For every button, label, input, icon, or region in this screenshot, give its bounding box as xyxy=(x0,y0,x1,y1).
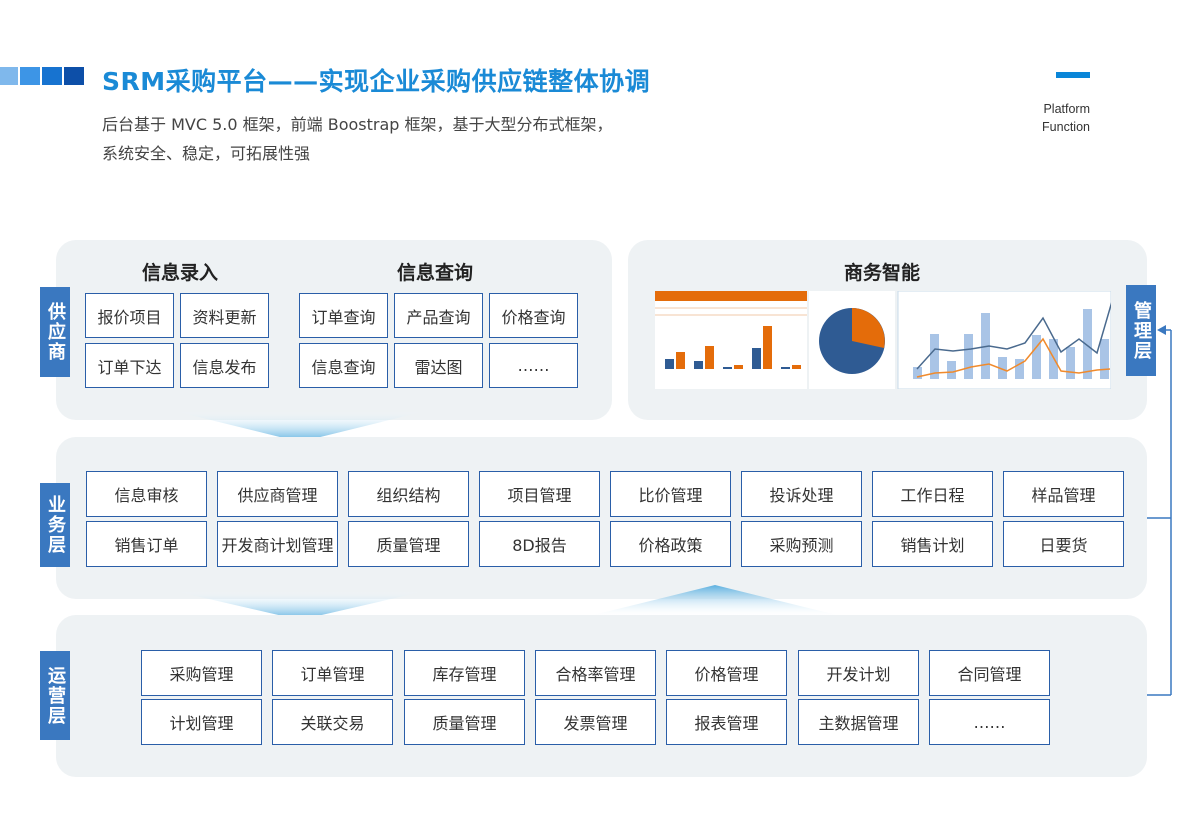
platform-label-line: Function xyxy=(1042,120,1090,134)
bar xyxy=(665,359,674,369)
operations-panel xyxy=(56,615,1147,777)
module-box[interactable]: 比价管理 xyxy=(610,471,731,517)
info-entry-heading: 信息录入 xyxy=(141,262,219,284)
supplier-layer-label: 供应商 xyxy=(40,287,70,377)
subtitle-line: 后台基于 MVC 5.0 框架，前端 Boostrap 框架，基于大型分布式框架… xyxy=(102,115,613,134)
table-header xyxy=(655,291,807,301)
module-box[interactable]: 质量管理 xyxy=(348,521,469,567)
module-box[interactable]: 投诉处理 xyxy=(741,471,862,517)
module-box[interactable]: 产品查询 xyxy=(394,293,483,338)
combo-bar xyxy=(1032,335,1041,379)
module-box[interactable]: 价格政策 xyxy=(610,521,731,567)
header-decoration xyxy=(0,67,18,85)
module-box[interactable]: 信息审核 xyxy=(86,471,207,517)
info-query-heading: 信息查询 xyxy=(396,262,474,284)
arrow-icon xyxy=(1157,325,1166,335)
module-box[interactable]: 合格率管理 xyxy=(535,650,656,696)
platform-function-label: Platform Function xyxy=(1042,100,1090,136)
module-box[interactable]: 样品管理 xyxy=(1003,471,1124,517)
module-box[interactable]: 合同管理 xyxy=(929,650,1050,696)
flow-triangle-up xyxy=(585,585,845,617)
module-box[interactable]: 销售计划 xyxy=(872,521,993,567)
combo-bar xyxy=(947,361,956,379)
bar xyxy=(792,365,801,369)
business-layer-label: 业务层 xyxy=(40,483,70,567)
combo-bar xyxy=(964,334,973,379)
header-decoration xyxy=(20,67,40,85)
module-box[interactable]: 报价项目 xyxy=(85,293,174,338)
bar xyxy=(694,361,703,369)
management-layer-label: 管理层 xyxy=(1126,285,1156,376)
module-box[interactable]: 信息查询 xyxy=(299,343,388,388)
module-box[interactable]: …… xyxy=(489,343,578,388)
module-box[interactable]: 组织结构 xyxy=(348,471,469,517)
table-chart-panel xyxy=(655,291,807,389)
module-box[interactable]: 资料更新 xyxy=(180,293,269,338)
module-box[interactable]: 价格查询 xyxy=(489,293,578,338)
module-box[interactable]: 采购管理 xyxy=(141,650,262,696)
bi-dashboard-image xyxy=(655,291,1111,389)
module-box[interactable]: 报表管理 xyxy=(666,699,787,745)
module-box[interactable]: 订单下达 xyxy=(85,343,174,388)
business-panel xyxy=(56,437,1147,599)
module-box[interactable]: 信息发布 xyxy=(180,343,269,388)
module-box[interactable]: 订单查询 xyxy=(299,293,388,338)
module-box[interactable]: 计划管理 xyxy=(141,699,262,745)
module-box[interactable]: 工作日程 xyxy=(872,471,993,517)
module-box[interactable]: 销售订单 xyxy=(86,521,207,567)
bar xyxy=(763,326,772,369)
bar xyxy=(734,365,743,369)
bar xyxy=(705,346,714,369)
module-box[interactable]: 雷达图 xyxy=(394,343,483,388)
page-title: SRM采购平台——实现企业采购供应链整体协调 xyxy=(102,67,651,96)
bar xyxy=(781,367,790,369)
bar xyxy=(723,367,732,369)
platform-accent-bar xyxy=(1056,72,1090,78)
combo-bar xyxy=(1100,339,1109,379)
module-box[interactable]: 供应商管理 xyxy=(217,471,338,517)
module-box[interactable]: 项目管理 xyxy=(479,471,600,517)
platform-label-line: Platform xyxy=(1043,102,1090,116)
bar xyxy=(752,348,761,369)
module-box[interactable]: 开发商计划管理 xyxy=(217,521,338,567)
module-box[interactable]: 发票管理 xyxy=(535,699,656,745)
operations-layer-label: 运营层 xyxy=(40,651,70,740)
module-box[interactable]: 采购预测 xyxy=(741,521,862,567)
bi-heading: 商务智能 xyxy=(843,262,921,284)
module-box[interactable]: 价格管理 xyxy=(666,650,787,696)
module-box[interactable]: 8D报告 xyxy=(479,521,600,567)
bar xyxy=(676,352,685,369)
module-box[interactable]: 订单管理 xyxy=(272,650,393,696)
module-box[interactable]: 质量管理 xyxy=(404,699,525,745)
module-box[interactable]: …… xyxy=(929,699,1050,745)
module-box[interactable]: 库存管理 xyxy=(404,650,525,696)
header-decoration xyxy=(42,67,62,85)
module-box[interactable]: 开发计划 xyxy=(798,650,919,696)
combo-bar xyxy=(1066,347,1075,379)
module-box[interactable]: 主数据管理 xyxy=(798,699,919,745)
header-decoration xyxy=(64,67,84,85)
subtitle-line: 系统安全、稳定，可拓展性强 xyxy=(102,144,311,163)
module-box[interactable]: 关联交易 xyxy=(272,699,393,745)
module-box[interactable]: 日要货 xyxy=(1003,521,1124,567)
